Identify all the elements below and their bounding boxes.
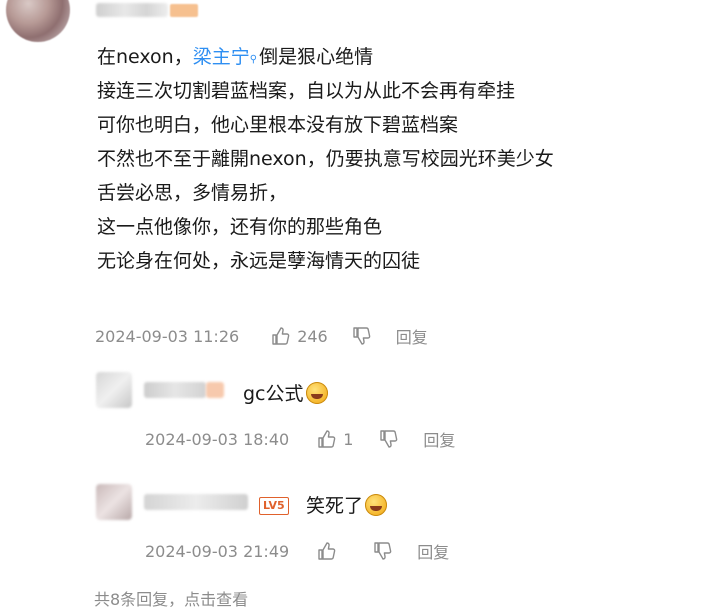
comment-line: 不然也不至于離開nexon，仍要执意写校园光环美少女 bbox=[97, 148, 554, 170]
main-comment-username-blurred[interactable] bbox=[96, 3, 168, 17]
reply-meta: 2024-09-03 21:49 回复 bbox=[145, 539, 449, 563]
comment-line: 可你也明白，他心里根本没有放下碧蓝档案 bbox=[97, 114, 459, 136]
search-icon[interactable]: ⚲ bbox=[250, 54, 257, 65]
thumbs-up-icon bbox=[272, 327, 290, 345]
comment-line-text: 倒是狠心绝情 bbox=[259, 46, 374, 68]
laughing-crying-emoji-icon bbox=[305, 381, 328, 404]
reply-level-badge: LV5 bbox=[259, 494, 289, 515]
reply-avatar[interactable] bbox=[96, 372, 132, 408]
like-count: 1 bbox=[343, 429, 354, 449]
reply-button[interactable]: 回复 bbox=[417, 539, 449, 563]
reply-avatar[interactable] bbox=[96, 484, 132, 520]
reply-text: 笑死了 bbox=[306, 491, 388, 518]
user-mention-link[interactable]: 梁主宁 bbox=[193, 46, 250, 68]
comment-line: 接连三次切割碧蓝档案，自以为从此不会再有牵挂 bbox=[97, 80, 516, 102]
thumbs-down-icon bbox=[353, 327, 371, 345]
reply-text-content: gc公式 bbox=[243, 383, 304, 405]
reply-button[interactable]: 回复 bbox=[396, 324, 428, 348]
like-button[interactable]: 246 bbox=[271, 326, 328, 346]
comment-line: 在nexon，梁主宁⚲ 倒是狠心绝情 bbox=[97, 40, 687, 74]
reply-text: gc公式 bbox=[243, 379, 328, 406]
comment-line: 这一点他像你，还有你的那些角色 bbox=[97, 216, 383, 238]
thumbs-up-icon bbox=[318, 542, 336, 560]
reply-username-blurred[interactable] bbox=[144, 382, 206, 398]
like-count: 246 bbox=[297, 326, 328, 346]
thumbs-down-icon bbox=[374, 542, 392, 560]
reply-timestamp: 2024-09-03 21:49 bbox=[145, 541, 290, 561]
laughing-crying-emoji-icon bbox=[365, 493, 388, 516]
reply-button[interactable]: 回复 bbox=[423, 427, 455, 451]
thumbs-up-icon bbox=[318, 430, 336, 448]
reply-username-blurred[interactable] bbox=[144, 494, 248, 510]
dislike-button[interactable] bbox=[352, 326, 372, 346]
main-comment-avatar[interactable] bbox=[6, 0, 70, 42]
main-comment-text: 在nexon，梁主宁⚲ 倒是狠心绝情 接连三次切割碧蓝档案，自以为从此不会再有牵挂… bbox=[97, 40, 687, 278]
dislike-button[interactable] bbox=[379, 429, 399, 449]
comment-line: 无论身在何处，永远是孽海情天的囚徒 bbox=[97, 250, 421, 272]
like-button[interactable] bbox=[317, 541, 337, 561]
reply-level-badge-blurred bbox=[206, 382, 224, 398]
like-button[interactable]: 1 bbox=[317, 429, 353, 449]
main-comment-meta: 2024-09-03 11:26 246 回复 bbox=[95, 324, 428, 348]
comment-timestamp: 2024-09-03 11:26 bbox=[95, 326, 240, 346]
view-more-replies-link[interactable]: 共8条回复，点击查看 bbox=[94, 586, 248, 610]
thumbs-down-icon bbox=[380, 430, 398, 448]
reply-text-content: 笑死了 bbox=[306, 495, 364, 517]
comment-line-text: 在nexon， bbox=[97, 46, 193, 68]
dislike-button[interactable] bbox=[373, 541, 393, 561]
comment-line: 舌尝必思，多情易折， bbox=[97, 182, 288, 204]
main-comment-level-badge bbox=[170, 4, 198, 17]
reply-meta: 2024-09-03 18:40 1 回复 bbox=[145, 427, 455, 451]
reply-timestamp: 2024-09-03 18:40 bbox=[145, 429, 290, 449]
